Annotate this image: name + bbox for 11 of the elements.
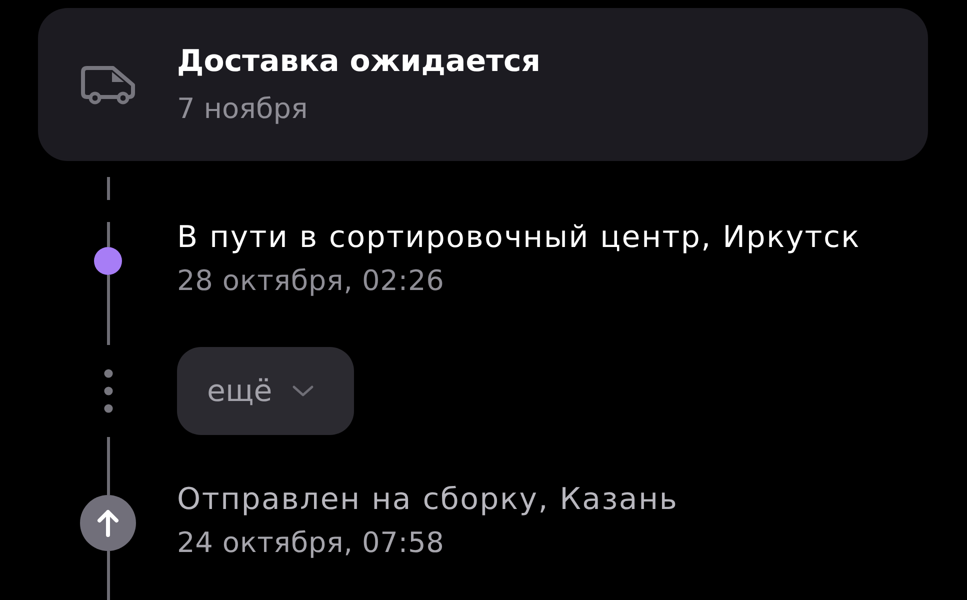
event-date: 24 октября, 07:58 [177, 526, 444, 560]
vertical-ellipsis-icon [104, 369, 112, 413]
status-dot-icon [94, 247, 122, 275]
chevron-down-icon [292, 385, 314, 397]
delivery-date: 7 ноября [177, 92, 308, 126]
truck-icon [80, 64, 136, 106]
event-title: Отправлен на сборку, Казань [177, 482, 678, 518]
event-title: В пути в сортировочный центр, Иркутск [177, 220, 860, 256]
delivery-title: Доставка ожидается [177, 44, 541, 80]
event-date: 28 октября, 02:26 [177, 264, 444, 298]
show-more-button[interactable]: ещё [177, 347, 354, 435]
